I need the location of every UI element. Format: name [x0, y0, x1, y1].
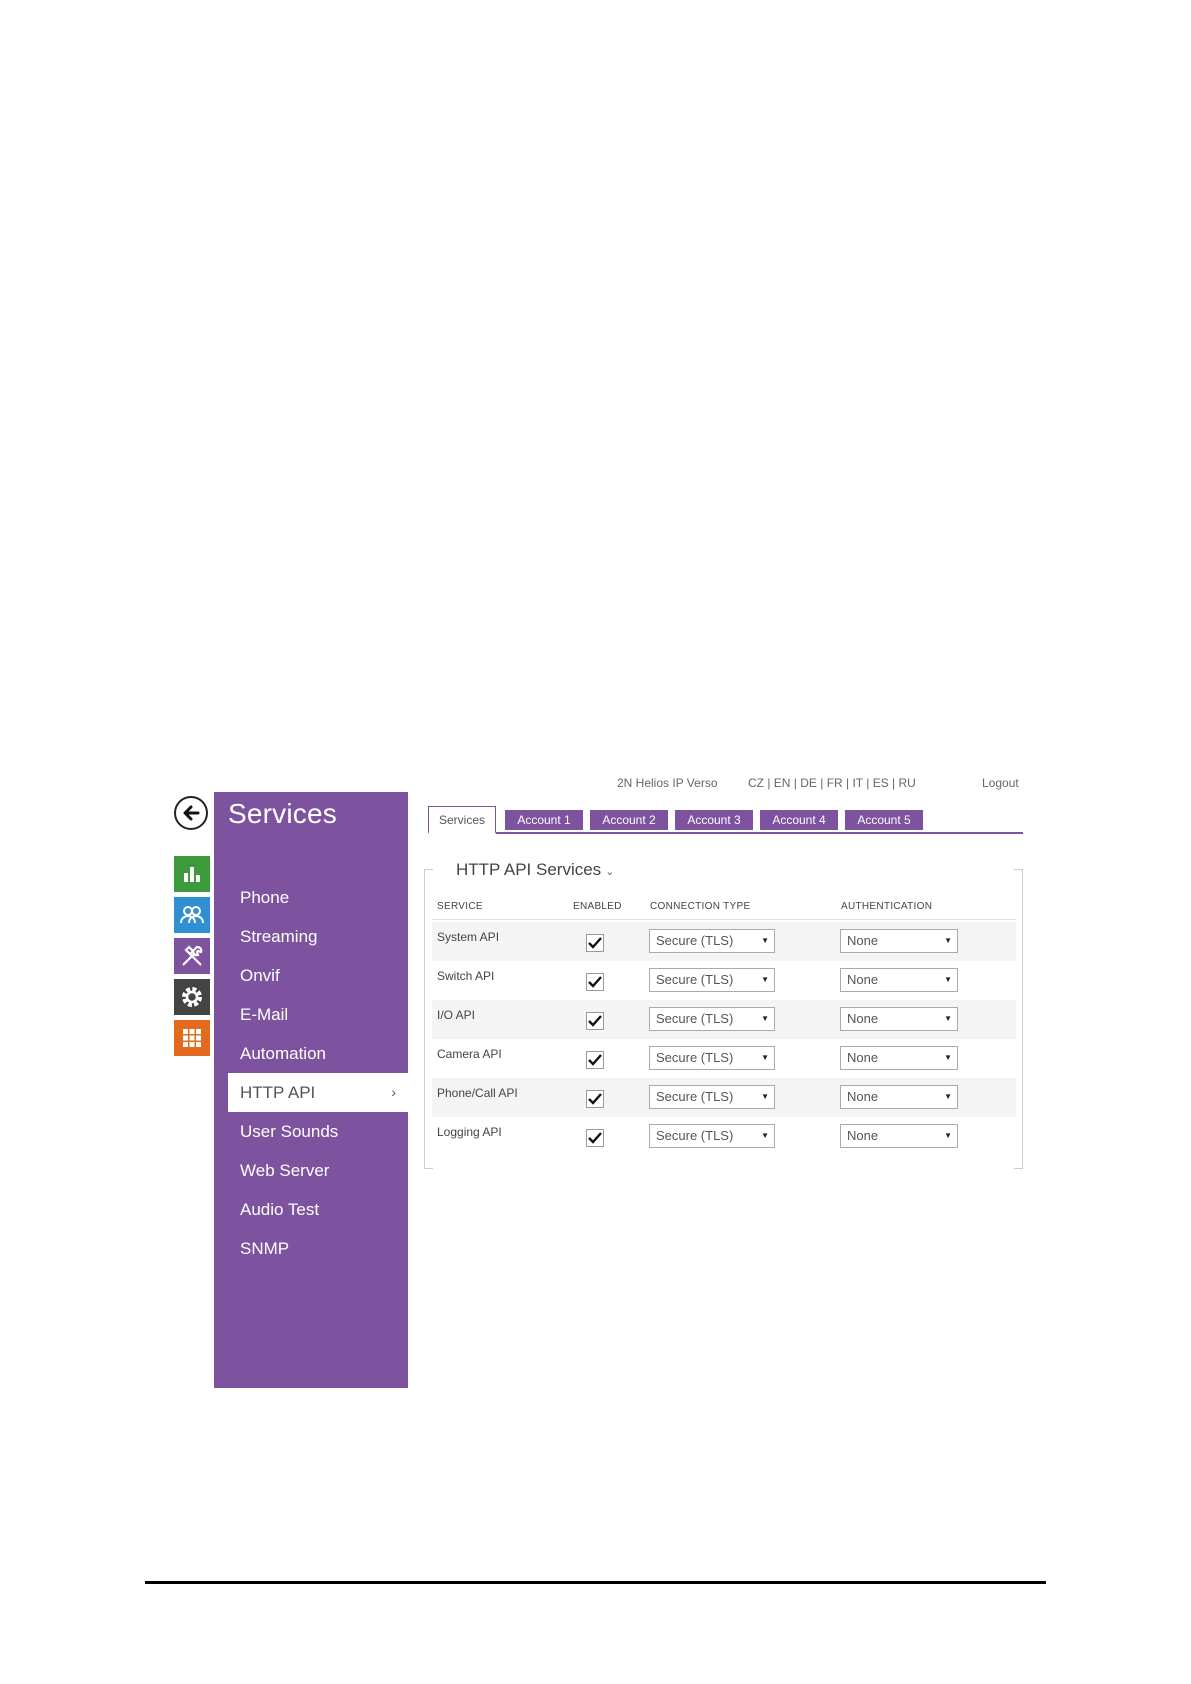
sidebar-title: Services: [228, 798, 337, 829]
sidebar-item-streaming[interactable]: Streaming: [214, 917, 408, 956]
authentication-select[interactable]: None ▼: [840, 1085, 958, 1109]
select-value: Secure (TLS): [656, 933, 734, 948]
chevron-down-icon: ⌄: [605, 866, 615, 878]
dropdown-arrow-icon: ▼: [944, 975, 952, 984]
system-gear-icon[interactable]: [174, 979, 210, 1015]
dropdown-arrow-icon: ▼: [761, 1131, 769, 1140]
tab-account-3[interactable]: Account 3: [675, 810, 753, 830]
sidebar-item-onvif[interactable]: Onvif: [214, 956, 408, 995]
sidebar-item-audio-test[interactable]: Audio Test: [214, 1190, 408, 1229]
footer-rule: [145, 1581, 1046, 1584]
column-header-authentication: AUTHENTICATION: [841, 901, 933, 912]
dropdown-arrow-icon: ▼: [944, 1092, 952, 1101]
table-row: Switch API Secure (TLS) ▼ None ▼: [432, 961, 1016, 1000]
table-row: Camera API Secure (TLS) ▼ None ▼: [432, 1039, 1016, 1078]
column-header-enabled: ENABLED: [573, 901, 622, 912]
service-name: Phone/Call API: [437, 1086, 518, 1100]
connection-type-select[interactable]: Secure (TLS) ▼: [649, 1007, 775, 1031]
dropdown-arrow-icon: ▼: [761, 1092, 769, 1101]
enabled-checkbox[interactable]: [586, 973, 604, 991]
dropdown-arrow-icon: ▼: [761, 975, 769, 984]
table-row: System API Secure (TLS) ▼ None ▼: [432, 922, 1016, 961]
service-name: Camera API: [437, 1047, 502, 1061]
enabled-checkbox[interactable]: [586, 1051, 604, 1069]
directory-users-icon[interactable]: [174, 897, 210, 933]
sidebar-item-email[interactable]: E-Mail: [214, 995, 408, 1034]
device-name: 2N Helios IP Verso: [617, 776, 718, 790]
service-name: Switch API: [437, 969, 495, 983]
sidebar-item-automation[interactable]: Automation: [214, 1034, 408, 1073]
services-grid-icon[interactable]: [174, 1020, 210, 1056]
dropdown-arrow-icon: ▼: [944, 1053, 952, 1062]
enabled-checkbox[interactable]: [586, 1090, 604, 1108]
column-header-service: SERVICE: [437, 901, 483, 912]
hardware-tools-icon[interactable]: [174, 938, 210, 974]
enabled-checkbox[interactable]: [586, 1012, 604, 1030]
select-value: None: [847, 1128, 879, 1143]
authentication-select[interactable]: None ▼: [840, 1124, 958, 1148]
connection-type-select[interactable]: Secure (TLS) ▼: [649, 1046, 775, 1070]
section-title[interactable]: HTTP API Services ⌄: [452, 860, 619, 880]
tab-services[interactable]: Services: [428, 806, 496, 834]
select-value: Secure (TLS): [656, 1050, 734, 1065]
checkmark-icon: [588, 1015, 602, 1027]
chevron-right-icon: ›: [391, 1084, 396, 1100]
section-title-text: HTTP API Services: [456, 860, 602, 879]
services-menu: Phone Streaming Onvif E-Mail Automation …: [214, 878, 408, 1268]
checkmark-icon: [588, 1054, 602, 1066]
dropdown-arrow-icon: ▼: [944, 1014, 952, 1023]
tab-account-1[interactable]: Account 1: [505, 810, 583, 830]
connection-type-select[interactable]: Secure (TLS) ▼: [649, 929, 775, 953]
authentication-select[interactable]: None ▼: [840, 1007, 958, 1031]
connection-type-select[interactable]: Secure (TLS) ▼: [649, 1085, 775, 1109]
status-chart-icon[interactable]: [174, 856, 210, 892]
table-row: Logging API Secure (TLS) ▼ None ▼: [432, 1117, 1016, 1156]
select-value: Secure (TLS): [656, 1128, 734, 1143]
tab-bar: Services Account 1 Account 2 Account 3 A…: [428, 806, 1023, 834]
checkmark-icon: [588, 976, 602, 988]
dropdown-arrow-icon: ▼: [944, 936, 952, 945]
table-row: Phone/Call API Secure (TLS) ▼ None ▼: [432, 1078, 1016, 1117]
sidebar-item-snmp[interactable]: SNMP: [214, 1229, 408, 1268]
select-value: Secure (TLS): [656, 1089, 734, 1104]
sidebar-item-label: HTTP API: [240, 1083, 316, 1102]
tab-account-4[interactable]: Account 4: [760, 810, 838, 830]
connection-type-select[interactable]: Secure (TLS) ▼: [649, 1124, 775, 1148]
language-selector[interactable]: CZ | EN | DE | FR | IT | ES | RU: [748, 776, 916, 790]
services-sidebar: Services Phone Streaming Onvif E-Mail Au…: [214, 792, 408, 1388]
checkmark-icon: [588, 1093, 602, 1105]
sidebar-item-http-api[interactable]: HTTP API ›: [228, 1073, 408, 1112]
column-header-connection-type: CONNECTION TYPE: [650, 901, 751, 912]
select-value: None: [847, 933, 879, 948]
table-row: I/O API Secure (TLS) ▼ None ▼: [432, 1000, 1016, 1039]
select-value: None: [847, 1089, 879, 1104]
back-arrow-icon[interactable]: [174, 796, 208, 830]
checkmark-icon: [588, 1132, 602, 1144]
select-value: None: [847, 972, 879, 987]
service-name: I/O API: [437, 1008, 476, 1022]
select-value: None: [847, 1011, 879, 1026]
sidebar-item-user-sounds[interactable]: User Sounds: [214, 1112, 408, 1151]
enabled-checkbox[interactable]: [586, 1129, 604, 1147]
connection-type-select[interactable]: Secure (TLS) ▼: [649, 968, 775, 992]
authentication-select[interactable]: None ▼: [840, 968, 958, 992]
service-name: Logging API: [437, 1125, 502, 1139]
checkmark-icon: [588, 937, 602, 949]
dropdown-arrow-icon: ▼: [761, 1053, 769, 1062]
sidebar-item-web-server[interactable]: Web Server: [214, 1151, 408, 1190]
enabled-checkbox[interactable]: [586, 934, 604, 952]
dropdown-arrow-icon: ▼: [761, 1014, 769, 1023]
sidebar-item-phone[interactable]: Phone: [214, 878, 408, 917]
service-name: System API: [437, 930, 500, 944]
tab-account-5[interactable]: Account 5: [845, 810, 923, 830]
tab-account-2[interactable]: Account 2: [590, 810, 668, 830]
logout-link[interactable]: Logout: [982, 776, 1019, 790]
dropdown-arrow-icon: ▼: [761, 936, 769, 945]
select-value: None: [847, 1050, 879, 1065]
authentication-select[interactable]: None ▼: [840, 929, 958, 953]
select-value: Secure (TLS): [656, 1011, 734, 1026]
authentication-select[interactable]: None ▼: [840, 1046, 958, 1070]
select-value: Secure (TLS): [656, 972, 734, 987]
dropdown-arrow-icon: ▼: [944, 1131, 952, 1140]
